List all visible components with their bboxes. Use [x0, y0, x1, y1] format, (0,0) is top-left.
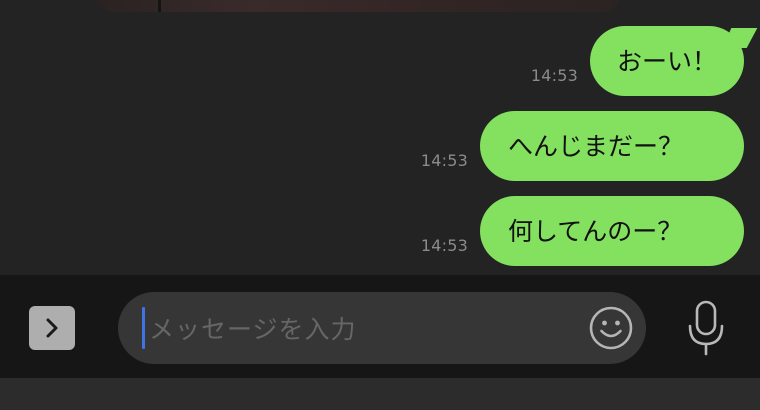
- message-row: 14:53 おーい！: [531, 26, 744, 96]
- media-divider: [158, 0, 161, 12]
- emoji-button[interactable]: [588, 305, 634, 351]
- message-composer: メッセージを入力: [0, 275, 760, 378]
- voice-input-button[interactable]: [686, 300, 726, 356]
- message-list[interactable]: 14:53 おーい！ 14:53 へんじまだー？ 14:53 何してんのー？: [0, 0, 760, 275]
- message-row: 14:53 へんじまだー？: [421, 111, 744, 181]
- message-time: 14:53: [420, 236, 468, 255]
- previous-media-message[interactable]: [96, 0, 620, 12]
- message-time: 14:53: [530, 66, 578, 85]
- chat-screen: 14:53 おーい！ 14:53 へんじまだー？ 14:53 何してんのー？ メ…: [0, 0, 760, 410]
- message-row: 14:53 何してんのー？: [421, 196, 744, 266]
- message-input-placeholder: メッセージを入力: [149, 315, 357, 344]
- message-time: 14:53: [420, 151, 468, 170]
- message-bubble[interactable]: へんじまだー？: [480, 111, 744, 181]
- bottom-safe-area: [0, 378, 760, 410]
- expand-menu-button[interactable]: [29, 306, 75, 350]
- chevron-right-icon: [46, 318, 58, 338]
- message-bubble[interactable]: 何してんのー？: [480, 196, 744, 266]
- microphone-icon: [688, 300, 724, 356]
- message-input[interactable]: メッセージを入力: [118, 292, 646, 364]
- text-caret: [142, 307, 145, 349]
- message-bubble[interactable]: おーい！: [590, 26, 744, 96]
- smiley-icon: [589, 306, 633, 350]
